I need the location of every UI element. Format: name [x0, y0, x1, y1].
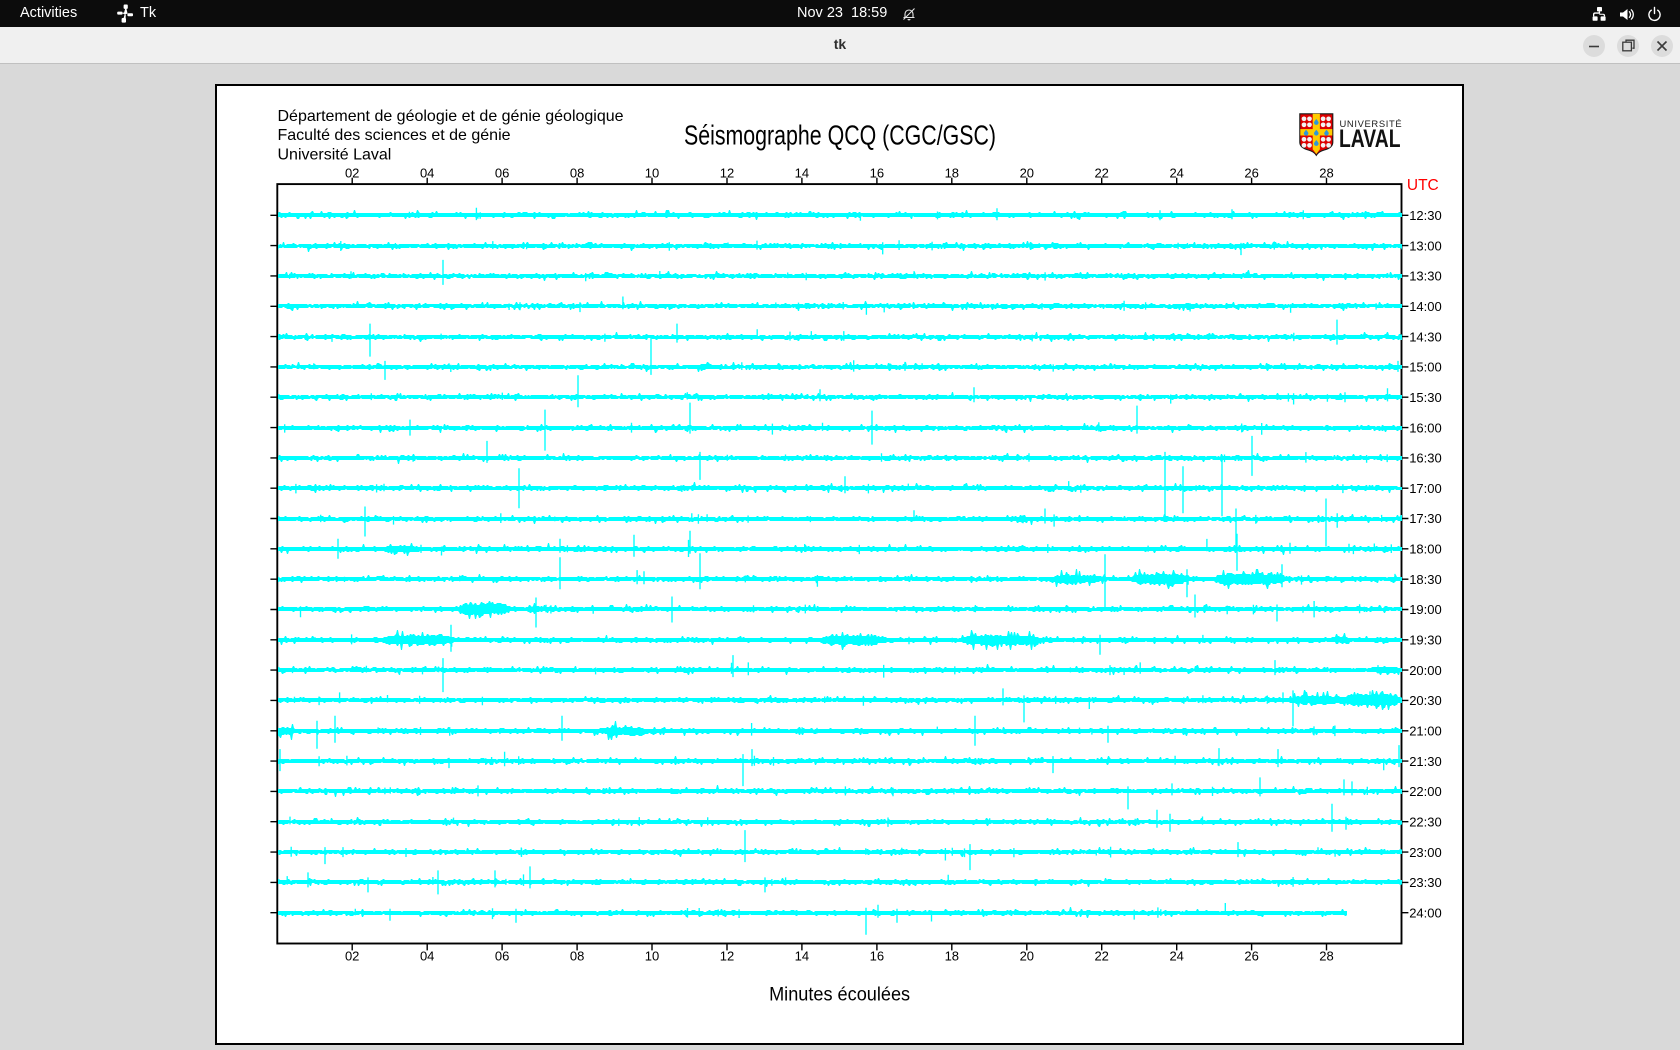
svg-text:12:30: 12:30 — [1409, 208, 1442, 223]
svg-text:04: 04 — [420, 948, 434, 963]
svg-text:18:30: 18:30 — [1409, 572, 1442, 587]
svg-text:06: 06 — [495, 165, 509, 180]
svg-text:12: 12 — [720, 165, 734, 180]
svg-text:18:00: 18:00 — [1409, 542, 1442, 557]
svg-text:28: 28 — [1319, 165, 1333, 180]
svg-text:17:00: 17:00 — [1409, 481, 1442, 496]
svg-text:20: 20 — [1020, 165, 1034, 180]
svg-text:22: 22 — [1094, 948, 1108, 963]
svg-text:20:00: 20:00 — [1409, 663, 1442, 678]
svg-text:16: 16 — [870, 165, 884, 180]
svg-text:23:30: 23:30 — [1409, 875, 1442, 890]
svg-text:26: 26 — [1244, 165, 1258, 180]
svg-text:Université Laval: Université Laval — [278, 146, 392, 163]
svg-text:17:30: 17:30 — [1409, 511, 1442, 526]
svg-text:Séismographe QCQ (CGC/GSC): Séismographe QCQ (CGC/GSC) — [684, 119, 996, 150]
svg-text:12: 12 — [720, 948, 734, 963]
svg-text:04: 04 — [420, 165, 434, 180]
svg-text:08: 08 — [570, 165, 584, 180]
svg-text:24: 24 — [1169, 165, 1183, 180]
svg-text:15:00: 15:00 — [1409, 360, 1442, 375]
svg-text:22:00: 22:00 — [1409, 784, 1442, 799]
svg-text:02: 02 — [345, 948, 359, 963]
svg-text:16:30: 16:30 — [1409, 451, 1442, 466]
svg-text:18: 18 — [945, 948, 959, 963]
svg-text:24: 24 — [1169, 948, 1183, 963]
svg-text:19:30: 19:30 — [1409, 633, 1442, 648]
svg-text:14: 14 — [795, 948, 809, 963]
svg-text:28: 28 — [1319, 948, 1333, 963]
svg-text:Minutes écoulées: Minutes écoulées — [769, 984, 910, 1005]
svg-text:20: 20 — [1020, 948, 1034, 963]
svg-text:08: 08 — [570, 948, 584, 963]
svg-text:26: 26 — [1244, 948, 1258, 963]
svg-text:14:30: 14:30 — [1409, 329, 1442, 344]
svg-text:21:30: 21:30 — [1409, 754, 1442, 769]
svg-text:20:30: 20:30 — [1409, 693, 1442, 708]
svg-text:23:00: 23:00 — [1409, 845, 1442, 860]
svg-text:UTC: UTC — [1407, 177, 1439, 194]
svg-text:Faculté des sciences et de gén: Faculté des sciences et de génie — [278, 127, 511, 144]
svg-text:13:30: 13:30 — [1409, 269, 1442, 284]
svg-text:Département de géologie et de: Département de géologie et de génie géol… — [278, 108, 624, 125]
svg-text:24:00: 24:00 — [1409, 905, 1442, 920]
svg-text:LAVAL: LAVAL — [1339, 125, 1401, 153]
svg-text:16:00: 16:00 — [1409, 420, 1442, 435]
svg-text:16: 16 — [870, 948, 884, 963]
svg-text:10: 10 — [645, 165, 659, 180]
svg-text:21:00: 21:00 — [1409, 724, 1442, 739]
svg-text:19:00: 19:00 — [1409, 602, 1442, 617]
svg-text:10: 10 — [645, 948, 659, 963]
svg-text:22: 22 — [1094, 165, 1108, 180]
svg-text:02: 02 — [345, 165, 359, 180]
svg-text:13:00: 13:00 — [1409, 238, 1442, 253]
svg-text:22:30: 22:30 — [1409, 814, 1442, 829]
svg-text:06: 06 — [495, 948, 509, 963]
svg-text:15:30: 15:30 — [1409, 390, 1442, 405]
svg-text:14:00: 14:00 — [1409, 299, 1442, 314]
svg-text:14: 14 — [795, 165, 809, 180]
svg-text:18: 18 — [945, 165, 959, 180]
